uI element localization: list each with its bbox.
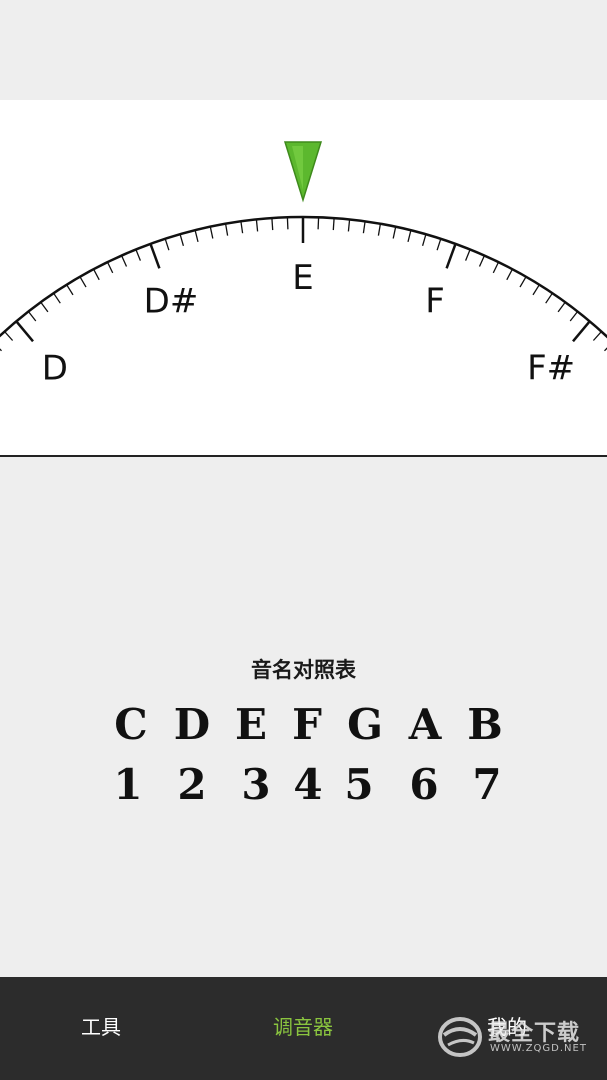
note-letter: C [114, 700, 148, 749]
dial-minor-tick [106, 261, 114, 274]
dial-minor-tick [27, 311, 37, 322]
dial-minor-tick [532, 284, 540, 296]
dial-note-label: F [425, 281, 445, 321]
dial-note-labels: D D# E F F# [42, 258, 575, 388]
note-letter: F [292, 700, 322, 749]
top-bar [0, 0, 607, 100]
dial-minor-tick [377, 223, 382, 236]
dial-note-label: E [292, 258, 313, 298]
watermark-subtext: WWW.ZQGD.NET [490, 1043, 587, 1054]
dial-minor-tick [255, 219, 259, 232]
dial-minor-tick [93, 268, 100, 281]
tuner-dial: D D# E F F# [0, 100, 607, 457]
note-number: 5 [344, 760, 374, 809]
nav-tab-tools[interactable]: 工具 [31, 977, 171, 1080]
dial-ticks [0, 215, 607, 352]
dial-major-tick [445, 243, 457, 269]
nav-tab-tuner[interactable]: 调音器 [233, 977, 373, 1080]
note-chart: 音名对照表 C D E F G A B 1 2 3 4 5 6 7 [0, 650, 607, 809]
dial-minor-tick [492, 261, 500, 274]
dial-minor-tick [209, 226, 214, 239]
note-number: 1 [113, 760, 143, 809]
dial-minor-tick [79, 276, 87, 288]
dial-minor-tick [194, 230, 199, 243]
note-number: 3 [241, 760, 271, 809]
dial-major-tick [572, 320, 591, 343]
dial-minor-tick [286, 217, 289, 230]
note-chart-title: 音名对照表 [251, 658, 356, 682]
dial-minor-tick [66, 284, 74, 296]
dial-minor-tick [519, 276, 527, 288]
dial-minor-tick [436, 238, 442, 251]
watermark: 最全下载 WWW.ZQGD.NET [438, 1013, 598, 1063]
dial-minor-tick [407, 230, 412, 243]
note-letters-row: C D E F G A B [0, 700, 607, 760]
dial-minor-tick [421, 234, 427, 246]
dial-minor-tick [569, 311, 579, 322]
dial-minor-tick [557, 301, 566, 313]
dial-minor-tick [592, 331, 602, 341]
dial-minor-tick [4, 331, 14, 341]
dial-minor-tick [347, 219, 351, 232]
dial-note-label: F# [527, 348, 575, 388]
dial-minor-tick [40, 301, 49, 313]
dial-minor-tick [53, 292, 61, 304]
dial-minor-tick [362, 221, 366, 234]
dial-minor-tick [464, 249, 471, 261]
note-number: 2 [177, 760, 207, 809]
dial-minor-tick [164, 238, 170, 251]
note-letter: A [408, 700, 442, 749]
note-letter: E [234, 700, 267, 749]
note-number: 6 [409, 760, 439, 809]
note-number: 7 [472, 760, 502, 809]
dial-minor-tick [478, 255, 485, 267]
dial-major-tick [15, 320, 34, 343]
dial-baseline [0, 455, 607, 457]
dial-minor-tick [135, 249, 142, 261]
dial-minor-tick [0, 348, 2, 352]
dial-minor-tick [317, 217, 320, 230]
dial-minor-tick [224, 223, 229, 236]
watermark-logo-icon [438, 1017, 482, 1057]
tuner-dial-svg: D D# E F F# [0, 141, 607, 388]
dial-minor-tick [506, 268, 513, 281]
note-numbers-row: 1 2 3 4 5 6 7 [0, 760, 607, 820]
dial-major-tick [149, 243, 161, 269]
dial-arc [0, 215, 607, 339]
note-letter: G [347, 700, 383, 749]
dial-minor-tick [179, 234, 185, 246]
dial-minor-tick [240, 221, 244, 234]
dial-note-label: D# [144, 281, 199, 321]
note-letter: D [173, 700, 211, 749]
dial-minor-tick [121, 255, 128, 267]
dial-minor-tick [271, 218, 274, 231]
dial-minor-tick [392, 226, 397, 239]
dial-note-label: D [42, 348, 68, 388]
note-letter: B [467, 700, 503, 749]
dial-minor-tick [545, 292, 553, 304]
dial-minor-tick [332, 218, 335, 231]
